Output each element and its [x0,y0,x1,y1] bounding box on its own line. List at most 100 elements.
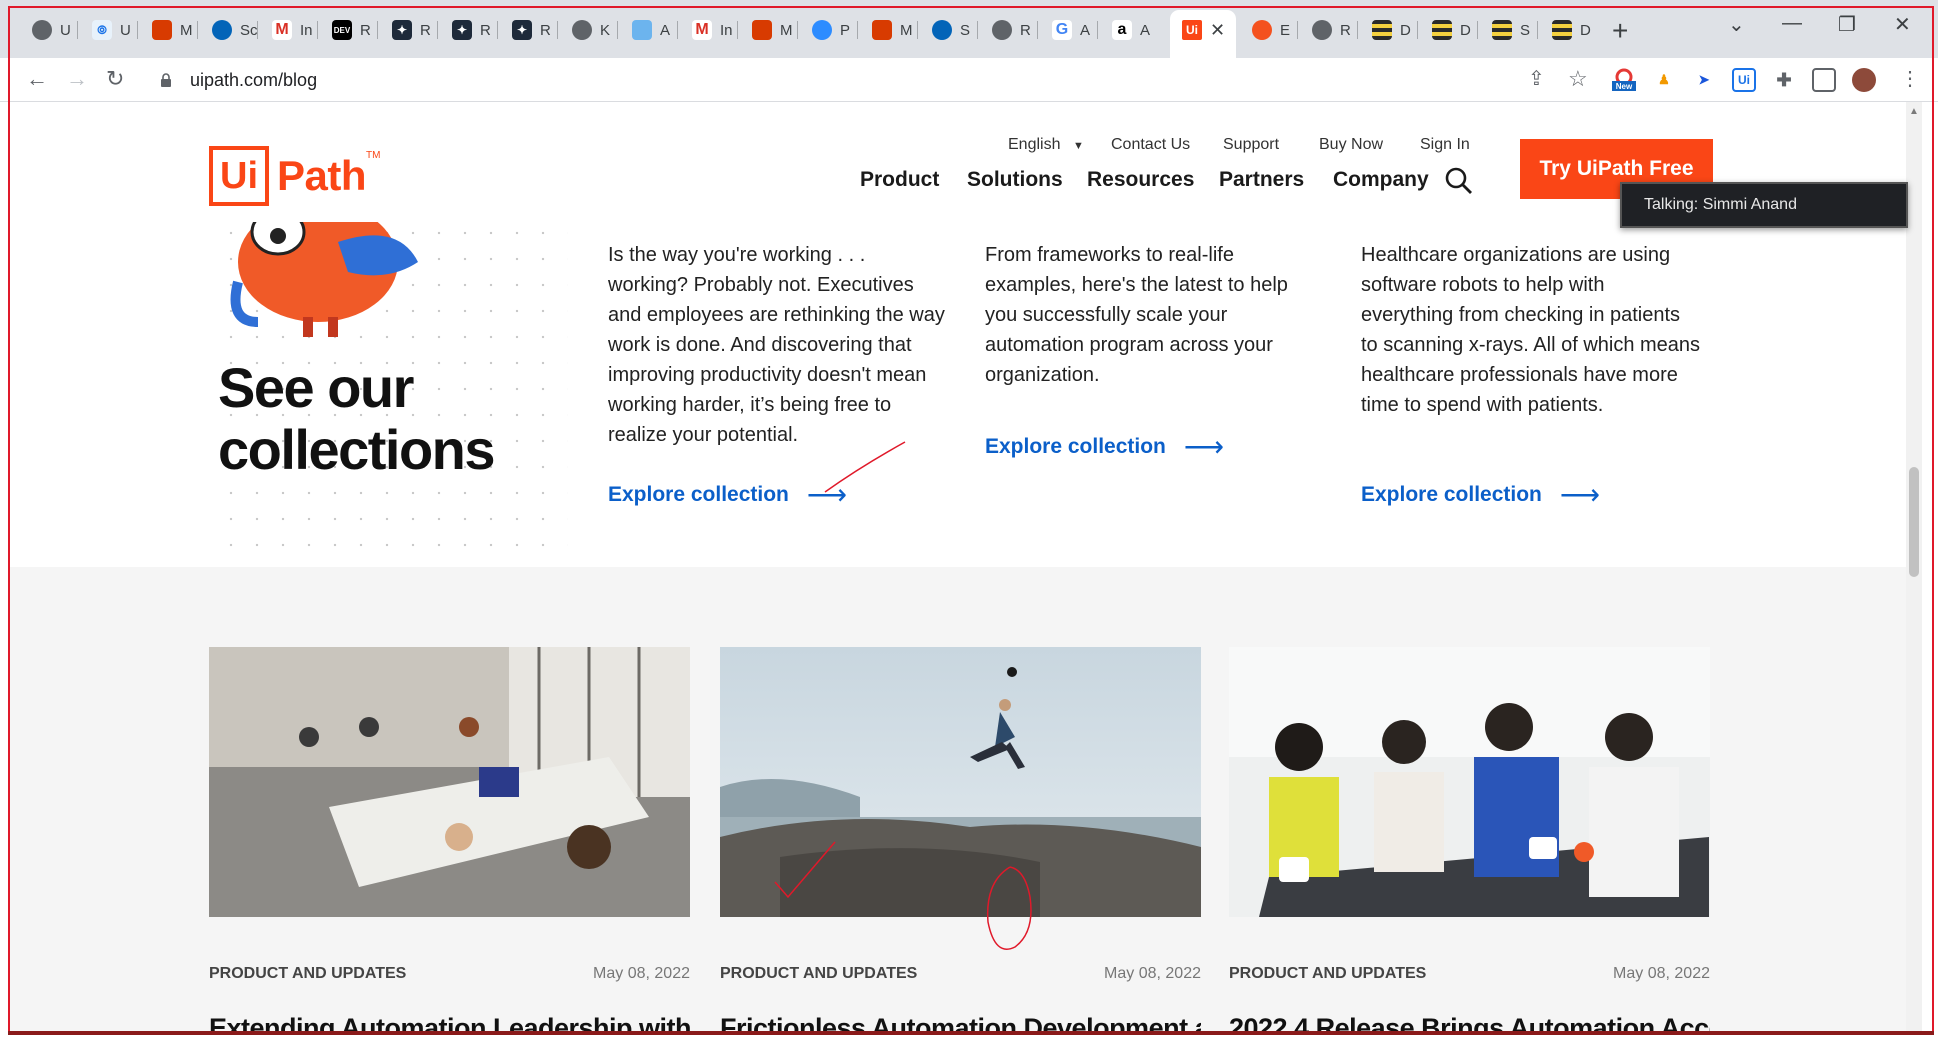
speaker-tooltip: Talking: Simmi Anand [1620,182,1908,228]
browser-tab[interactable]: R [1300,12,1358,48]
browser-toolbar: ← → ↻ uipath.com/blog ⇪ ☆ New ♟ ➤ Ui ✚ ⋮ [0,58,1938,102]
stripes-icon [1492,20,1512,40]
reload-icon[interactable]: ↻ [106,66,124,92]
buy-now-link[interactable]: Buy Now [1319,136,1383,154]
profile-avatar[interactable] [1852,68,1876,92]
browser-tab[interactable]: GA [1040,12,1098,48]
browser-tab[interactable]: ✦ R [440,12,498,48]
star-icon: ✦ [392,20,412,40]
annotation-frame-bottom [8,1031,1934,1035]
forward-icon[interactable]: → [66,66,88,92]
browser-tab[interactable]: P [800,12,858,48]
extension-person-icon[interactable]: ♟ [1652,68,1676,92]
nav-company[interactable]: Company [1333,168,1429,192]
browser-tab[interactable]: U [20,12,78,48]
browser-tab[interactable]: DEV R [320,12,378,48]
browser-tab[interactable]: M [740,12,798,48]
search-icon[interactable] [1444,166,1474,196]
browser-tab[interactable]: M In [680,12,738,48]
browser-tab[interactable]: ✦ R [500,12,558,48]
tab-strip: U ⦾ U M Sc M In DEV R ✦ R ✦ R ✦ R K A M In M P … [0,0,1938,58]
card-title[interactable]: Extending Automation Leadership with the [209,1013,690,1032]
browser-tab[interactable]: Sc [200,12,258,48]
language-selector[interactable]: English ▼ [1008,136,1084,154]
browser-tab[interactable]: R [980,12,1038,48]
browser-tab[interactable]: D [1420,12,1478,48]
blog-card[interactable]: PRODUCT AND UPDATES May 08, 2022 Extendin… [209,647,690,1032]
address-bar[interactable]: uipath.com/blog [152,62,1602,98]
tab-search-icon[interactable]: ⌄ [1728,12,1745,37]
close-window-button[interactable]: ✕ [1894,12,1911,37]
extension-new-icon[interactable]: New [1612,68,1636,92]
nav-partners[interactable]: Partners [1219,168,1304,192]
card-title[interactable]: 2022.4 Release Brings Automation Access [1229,1013,1710,1032]
uipath-logo[interactable]: Ui Path TM [209,146,380,206]
share-icon[interactable]: ⇪ [1528,66,1545,91]
new-tab-button[interactable]: + [1612,15,1628,47]
card-category: PRODUCT AND UPDATES [209,965,407,982]
browser-tab[interactable]: K [560,12,618,48]
uipath-icon: Ui [1182,20,1202,40]
amazon-icon: a [1112,20,1132,40]
globe-icon [1312,20,1332,40]
browser-tab[interactable]: ⦾ U [80,12,138,48]
card-title[interactable]: Frictionless Automation Development and [720,1013,1201,1032]
scroll-up-icon[interactable]: ▲ [1909,106,1919,117]
office-icon [872,20,892,40]
explore-collection-link[interactable]: Explore collection ⟶ [1361,478,1600,511]
arrow-right-icon: ⟶ [1559,479,1601,510]
stripes-icon [1372,20,1392,40]
page-scrollbar[interactable]: ▲ [1906,102,1922,1032]
bookmark-star-icon[interactable]: ☆ [1568,66,1588,92]
browser-tab[interactable]: E [1240,12,1298,48]
blog-card-image [209,647,690,917]
blog-card[interactable]: PRODUCT AND UPDATES May 08, 2022 Friction… [720,647,1201,1032]
side-panel-icon[interactable] [1812,68,1836,92]
browser-tab[interactable]: M [860,12,918,48]
globe-icon [572,20,592,40]
nav-product[interactable]: Product [860,168,939,192]
minimize-button[interactable]: — [1782,12,1802,35]
browser-tab[interactable]: ✦ R [380,12,438,48]
office-icon [152,20,172,40]
star-icon: ✦ [452,20,472,40]
blog-card-image [720,647,1201,917]
browser-tab[interactable]: D [1540,12,1598,48]
uipath-extension-icon[interactable]: Ui [1732,68,1756,92]
nav-resources[interactable]: Resources [1087,168,1194,192]
chrome-icon [1252,20,1272,40]
gmail-icon: M [272,20,292,40]
menu-kebab-icon[interactable]: ⋮ [1900,66,1920,91]
browser-tab[interactable]: S [920,12,978,48]
lock-icon [161,73,171,87]
browser-tab[interactable]: D [1360,12,1418,48]
ui-icon: ⦾ [92,20,112,40]
arrow-right-icon: ⟶ [806,479,848,510]
browser-tab[interactable]: S [1480,12,1538,48]
support-link[interactable]: Support [1223,136,1279,154]
cloud-icon [932,20,952,40]
contact-us-link[interactable]: Contact Us [1111,136,1190,154]
square-icon [632,20,652,40]
card-date: May 08, 2022 [1613,965,1710,982]
browser-tab-active[interactable]: Ui ✕ [1170,10,1236,58]
browser-tab[interactable]: M In [260,12,318,48]
browser-tab[interactable]: M [140,12,198,48]
dev-icon: DEV [332,20,352,40]
nav-solutions[interactable]: Solutions [967,168,1063,192]
browser-tab[interactable]: aA [1100,12,1158,48]
close-tab-icon[interactable]: ✕ [1210,20,1225,41]
card-date: May 08, 2022 [593,965,690,982]
blog-card[interactable]: PRODUCT AND UPDATES May 08, 2022 2022.4 R… [1229,647,1710,1032]
scrollbar-thumb[interactable] [1909,467,1919,577]
sign-in-link[interactable]: Sign In [1420,136,1470,154]
restore-button[interactable]: ❐ [1838,12,1856,37]
explore-collection-link[interactable]: Explore collection ⟶ [985,430,1224,463]
collection-description: Is the way you're working . . . working?… [608,244,945,446]
puzzle-extensions-icon[interactable]: ✚ [1772,68,1796,92]
explore-collection-link[interactable]: Explore collection ⟶ [608,478,847,511]
extension-arrow-icon[interactable]: ➤ [1692,68,1716,92]
back-icon[interactable]: ← [26,66,48,92]
browser-tab[interactable]: A [620,12,678,48]
robot-mascot-illustration [230,222,418,337]
